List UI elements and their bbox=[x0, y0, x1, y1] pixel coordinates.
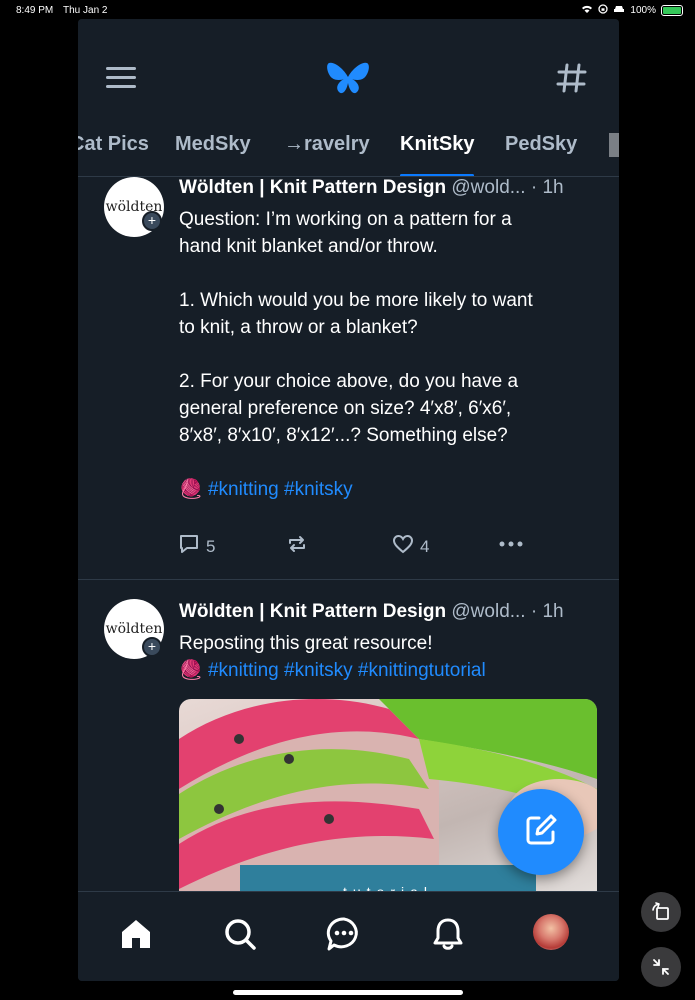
bottom-nav bbox=[78, 891, 619, 981]
post-divider bbox=[78, 579, 619, 580]
heart-icon bbox=[392, 534, 414, 559]
yarn-emoji: 🧶 bbox=[179, 479, 203, 500]
lock-rotation-icon bbox=[598, 4, 609, 17]
post-line: 1. Which would you be more likely to wan… bbox=[179, 290, 533, 311]
avatar-text: wöldten bbox=[105, 621, 163, 637]
rotate-icon[interactable] bbox=[641, 892, 681, 932]
reply-count: 5 bbox=[206, 536, 216, 556]
home-indicator[interactable] bbox=[233, 990, 463, 995]
post-line: Question: I’m working on a pattern for a bbox=[179, 209, 512, 230]
hashtag-links[interactable]: #knitting #knitsky #knittingtutorial bbox=[208, 660, 486, 681]
post-body: Question: I’m working on a pattern for a… bbox=[179, 206, 589, 503]
profile-avatar[interactable] bbox=[533, 914, 569, 950]
repost-button[interactable] bbox=[286, 534, 308, 559]
repost-icon bbox=[286, 534, 308, 559]
post-line: general preference on size? 4′x8′, 6′x6′… bbox=[179, 398, 512, 419]
like-button[interactable]: 4 bbox=[392, 534, 429, 559]
home-icon[interactable] bbox=[116, 914, 156, 954]
post-time: · 1h bbox=[530, 601, 564, 622]
bell-icon[interactable] bbox=[428, 914, 468, 954]
media-caption: tutorial bbox=[240, 865, 536, 891]
author-name[interactable]: Wöldten | Knit Pattern Design bbox=[179, 177, 446, 198]
compose-icon bbox=[523, 812, 559, 853]
butterfly-icon[interactable] bbox=[326, 61, 370, 99]
tab-medsky[interactable]: MedSky bbox=[175, 133, 251, 173]
status-icons: 100% bbox=[581, 4, 683, 17]
yarn-emoji: 🧶 bbox=[179, 660, 203, 681]
hash-icon[interactable] bbox=[555, 61, 589, 95]
post-header: Wöldten | Knit Pattern Design @wold... ·… bbox=[179, 177, 564, 199]
post-line: 8′x8′, 8′x10′, 8′x12′...? Something else… bbox=[179, 425, 508, 446]
follow-plus-icon[interactable]: + bbox=[142, 637, 162, 657]
tab-knitsky-label: KnitSky bbox=[400, 133, 475, 155]
post-body: Reposting this great resource! 🧶 #knitti… bbox=[179, 630, 609, 684]
ellipsis-icon bbox=[498, 534, 524, 559]
car-icon bbox=[613, 4, 625, 17]
more-options-button[interactable] bbox=[498, 534, 524, 559]
hashtag-links[interactable]: #knitting #knitsky bbox=[208, 479, 353, 500]
compose-button[interactable] bbox=[498, 789, 584, 875]
battery-percent: 100% bbox=[630, 5, 656, 16]
author-name[interactable]: Wöldten | Knit Pattern Design bbox=[179, 601, 446, 622]
status-bar: 8:49 PM Thu Jan 2 100% bbox=[0, 0, 695, 20]
tab-overflow-thumbnail[interactable] bbox=[609, 133, 619, 157]
post-line-blank bbox=[179, 260, 589, 287]
follow-plus-icon[interactable]: + bbox=[142, 211, 162, 231]
post-line: hand knit blanket and/or throw. bbox=[179, 236, 438, 257]
feed[interactable]: wöldten + Wöldten | Knit Pattern Design … bbox=[78, 177, 619, 891]
post-time: · 1h bbox=[530, 177, 564, 198]
collapse-icon[interactable] bbox=[641, 947, 681, 987]
reply-icon bbox=[178, 534, 200, 559]
search-icon[interactable] bbox=[220, 914, 260, 954]
header bbox=[78, 19, 619, 139]
battery-icon bbox=[661, 5, 683, 16]
author-handle[interactable]: @wold... bbox=[451, 177, 525, 198]
post-line-blank bbox=[179, 341, 589, 368]
author-handle[interactable]: @wold... bbox=[451, 601, 525, 622]
app-window: Cat Pics MedSky →ravelry KnitSky PedSky … bbox=[78, 19, 619, 981]
post-line: to knit, a throw or a blanket? bbox=[179, 317, 418, 338]
post-header: Wöldten | Knit Pattern Design @wold... ·… bbox=[179, 601, 564, 623]
tab-pedsky[interactable]: PedSky bbox=[505, 133, 577, 173]
status-time: 8:49 PM bbox=[16, 5, 54, 16]
tab-cat-pics[interactable]: Cat Pics bbox=[78, 133, 149, 173]
chat-icon[interactable] bbox=[324, 914, 364, 954]
tab-knitsky[interactable]: KnitSky bbox=[400, 133, 475, 176]
post[interactable]: wöldten + Wöldten | Knit Pattern Design … bbox=[78, 177, 619, 579]
status-date: Thu Jan 2 bbox=[63, 5, 108, 16]
post-actions: 5 4 bbox=[178, 534, 598, 564]
tab-ravelry[interactable]: →ravelry bbox=[284, 133, 370, 173]
post-tags-line: 🧶 #knitting #knitsky bbox=[179, 476, 589, 503]
reply-button[interactable]: 5 bbox=[178, 534, 215, 559]
feed-tabs: Cat Pics MedSky →ravelry KnitSky PedSky bbox=[78, 131, 619, 177]
hamburger-icon[interactable] bbox=[106, 67, 136, 91]
post-line: 2. For your choice above, do you have a bbox=[179, 371, 519, 392]
post-line: Reposting this great resource! bbox=[179, 633, 433, 654]
wifi-icon bbox=[581, 4, 593, 17]
post-tags-line: 🧶 #knitting #knitsky #knittingtutorial bbox=[179, 657, 609, 684]
like-count: 4 bbox=[420, 536, 430, 556]
